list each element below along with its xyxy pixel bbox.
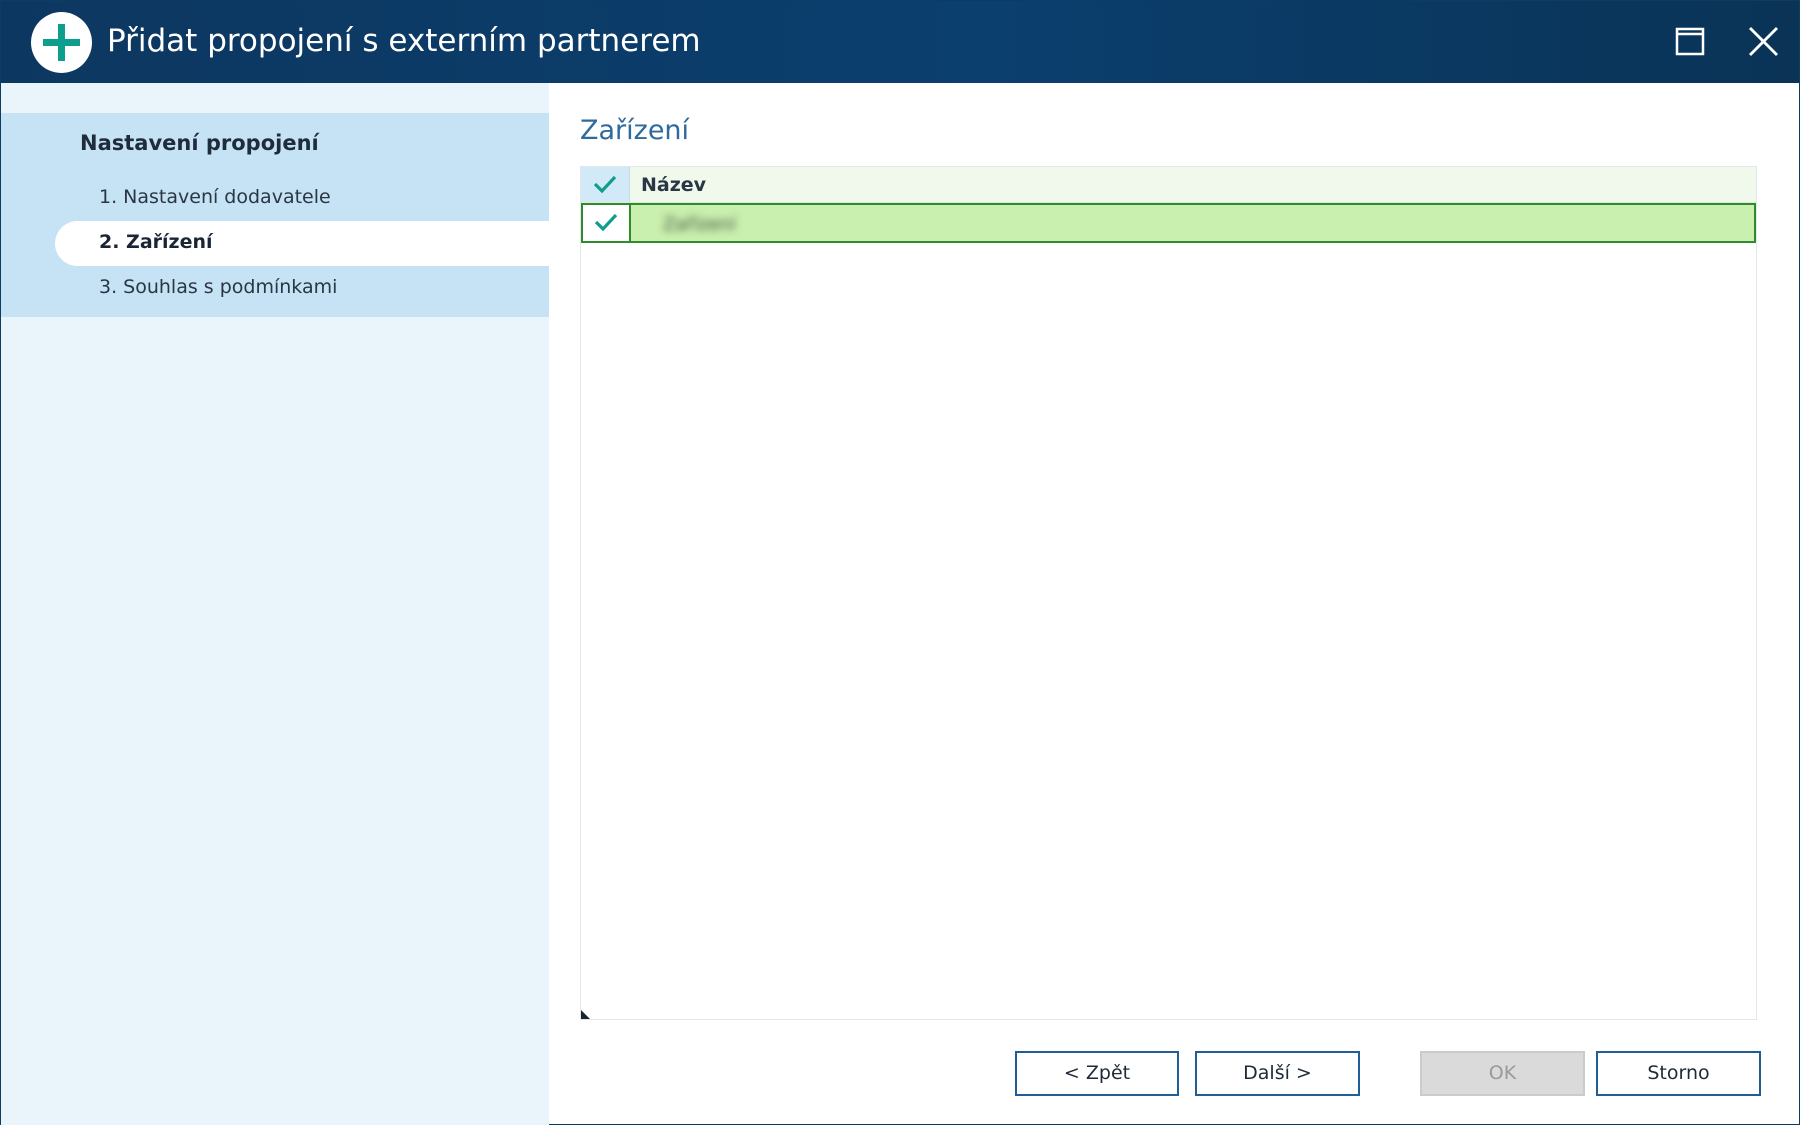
- grid-header: Název: [581, 167, 1756, 203]
- close-icon: [1749, 27, 1778, 56]
- select-all-checkbox[interactable]: [581, 167, 630, 202]
- resize-grip-icon[interactable]: [581, 1010, 590, 1019]
- table-row[interactable]: Zařízení: [581, 203, 1756, 243]
- ok-button[interactable]: OK: [1420, 1051, 1585, 1096]
- close-button[interactable]: [1740, 19, 1786, 65]
- devices-grid: Název Zařízení: [580, 166, 1757, 1020]
- plus-circle-icon: [31, 12, 92, 73]
- section-title: Zařízení: [580, 115, 690, 146]
- next-button[interactable]: Další >: [1195, 1051, 1360, 1096]
- wizard-sidebar: Nastavení propojení 1. Nastavení dodavat…: [1, 83, 549, 1125]
- step-supplier-settings[interactable]: 1. Nastavení dodavatele: [99, 186, 331, 208]
- window-title: Přidat propojení s externím partnerem: [107, 23, 701, 59]
- maximize-button[interactable]: [1667, 19, 1713, 65]
- title-bar[interactable]: Přidat propojení s externím partnerem: [1, 1, 1799, 83]
- step-devices[interactable]: 2. Zařízení: [99, 231, 213, 253]
- checkmark-icon: [594, 213, 618, 232]
- back-button[interactable]: < Zpět: [1015, 1051, 1179, 1096]
- cancel-button[interactable]: Storno: [1596, 1051, 1761, 1096]
- sidebar-heading: Nastavení propojení: [80, 131, 319, 155]
- maximize-icon: [1675, 27, 1705, 56]
- step-terms-consent[interactable]: 3. Souhlas s podmínkami: [99, 276, 337, 298]
- row-device-name: Zařízení: [663, 214, 736, 235]
- column-header-name[interactable]: Název: [641, 174, 706, 196]
- checkmark-icon: [593, 175, 617, 194]
- dialog-window: Přidat propojení s externím partnerem Na…: [0, 0, 1800, 1125]
- row-checkbox[interactable]: [583, 205, 631, 241]
